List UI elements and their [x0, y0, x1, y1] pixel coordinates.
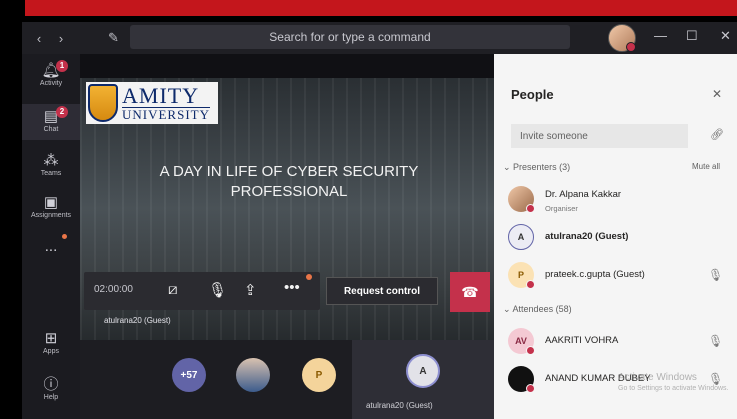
link-icon[interactable]: 🔗︎ [710, 128, 724, 141]
participant-role: Organiser [545, 204, 578, 213]
rail-label-help: Help [43, 394, 59, 401]
close-panel-button[interactable]: ✕ [712, 87, 722, 101]
teams-icon: ⁂ [43, 152, 59, 169]
app-rail: 🔔︎ 1 Activity ▤ 2 Chat ⁂ Teams ▣ Assignm… [22, 54, 80, 419]
active-speaker-tile[interactable]: A atulrana20 (Guest) [352, 340, 494, 419]
maximize-button[interactable]: ☐ [686, 28, 698, 44]
rail-item-assignments[interactable]: ▣ Assignments [22, 194, 80, 219]
help-icon: ⓘ [43, 376, 59, 393]
chat-badge: 2 [56, 106, 68, 118]
logo-text-small: UNIVERSITY [122, 106, 210, 122]
rail-item-apps[interactable]: ⊞ Apps [22, 330, 80, 355]
share-screen-icon[interactable]: ⇪ [244, 281, 257, 299]
profile-avatar[interactable] [608, 24, 636, 52]
rail-item-more[interactable]: ... [22, 234, 80, 256]
control-group: 02:00:00 ⧄ 🎙︎ ⇪ ••• [84, 272, 320, 310]
people-panel: People ✕ Invite someone 🔗︎ ⌄ Presenters … [494, 54, 737, 419]
new-chat-icon[interactable]: ✎ [108, 30, 119, 46]
rail-label-teams: Teams [40, 170, 62, 177]
rail-label-chat: Chat [43, 126, 59, 133]
logo-shield [88, 84, 118, 122]
phone-icon: ☎ [461, 283, 479, 300]
list-item[interactable]: AV AAKRITI VOHRA 🎙︎ [508, 328, 733, 358]
rail-item-chat[interactable]: ▤ 2 Chat [22, 104, 80, 140]
apps-icon: ⊞ [44, 330, 58, 347]
overflow-participants[interactable]: +57 [172, 358, 206, 392]
meeting-stage: AMITY UNIVERSITY A DAY IN LIFE OF CYBER … [80, 54, 494, 419]
slide-headline: A DAY IN LIFE OF CYBER SECURITY PROFESSI… [159, 163, 419, 200]
camera-off-icon[interactable]: ⧄ [168, 281, 178, 298]
rail-label-activity: Activity [39, 80, 63, 87]
more-options-icon[interactable]: ••• [284, 279, 300, 296]
close-window-button[interactable]: ✕ [720, 28, 731, 44]
avatar [508, 366, 535, 393]
avatar: P [508, 262, 535, 289]
university-logo: AMITY UNIVERSITY [86, 82, 218, 124]
participant-name: Dr. Alpana Kakkar [545, 189, 622, 200]
screenshot-frame: ‹ › ✎ Search for or type a command — ☐ ✕… [0, 0, 737, 419]
list-item[interactable]: A atulrana20 (Guest) [508, 224, 733, 254]
mute-all-button[interactable]: Mute all [692, 162, 720, 171]
panel-title: People [511, 87, 554, 102]
collapse-icon: ⌄ [503, 304, 513, 314]
minimize-button[interactable]: — [654, 28, 667, 43]
mic-off-icon[interactable]: 🎙︎ [708, 334, 723, 348]
call-controls: 02:00:00 ⧄ 🎙︎ ⇪ ••• Request control ☎ [80, 272, 490, 312]
participant-name: atulrana20 (Guest) [545, 231, 629, 242]
status-dot [526, 346, 535, 355]
logo-text-big: AMITY [122, 82, 200, 108]
more-options-dot [306, 274, 312, 280]
speaker-name: atulrana20 (Guest) [366, 401, 433, 410]
rail-item-teams[interactable]: ⁂ Teams [22, 152, 80, 177]
speaker-avatar: A [406, 354, 440, 388]
attendees-label: Attendees (58) [512, 304, 572, 314]
participant-gallery: +57 P A atulrana20 (Guest) [80, 340, 494, 419]
participant-name: AAKRITI VOHRA [545, 335, 619, 346]
request-control-button[interactable]: Request control [326, 277, 438, 305]
mic-off-icon[interactable]: 🎙︎ [708, 268, 723, 282]
assignments-icon: ▣ [43, 194, 59, 211]
list-item[interactable]: P prateek.c.gupta (Guest) 🎙︎ [508, 262, 733, 292]
more-icon: ... [44, 238, 58, 255]
hang-up-button[interactable]: ☎ [450, 272, 490, 312]
avatar: A [508, 224, 534, 250]
brand-strip [25, 0, 737, 16]
participant-name: prateek.c.gupta (Guest) [545, 269, 645, 280]
attendees-header[interactable]: ⌄ Attendees (58) [503, 304, 572, 315]
rail-label-apps: Apps [43, 348, 59, 355]
status-dot [526, 204, 535, 213]
watermark-line1: Activate Windows [618, 372, 697, 383]
call-timer: 02:00:00 [94, 284, 133, 295]
avatar: AV [508, 328, 535, 355]
collapse-icon: ⌄ [503, 162, 514, 172]
presenter-name: atulrana20 (Guest) [104, 316, 171, 325]
activity-badge: 1 [56, 60, 68, 72]
chat-icon: ▤ [43, 108, 59, 125]
rail-item-activity[interactable]: 🔔︎ 1 Activity [22, 60, 80, 87]
rail-label-assignments: Assignments [30, 212, 72, 219]
presenters-header[interactable]: ⌄ Presenters (3) [503, 162, 570, 173]
watermark-line2: Go to Settings to activate Windows. [618, 385, 729, 392]
bell-icon: 🔔︎ [41, 62, 61, 79]
forward-button[interactable]: › [50, 31, 72, 46]
windows-watermark: Activate Windows Go to Settings to activ… [618, 372, 729, 394]
participant-photo[interactable] [236, 358, 270, 392]
microphone-icon[interactable]: 🎙︎ [208, 281, 227, 299]
avatar [508, 186, 535, 213]
search-input[interactable]: Search for or type a command [130, 25, 570, 49]
more-dot [62, 234, 67, 239]
invite-input[interactable]: Invite someone [511, 124, 688, 148]
status-dot [626, 42, 636, 52]
title-bar: ‹ › ✎ Search for or type a command — ☐ ✕ [22, 22, 737, 54]
rail-item-help[interactable]: ⓘ Help [22, 376, 80, 401]
status-dot [526, 384, 535, 393]
back-button[interactable]: ‹ [28, 31, 50, 46]
status-dot [526, 280, 535, 289]
presenters-label: Presenters (3) [513, 162, 571, 172]
participant-p[interactable]: P [302, 358, 336, 392]
list-item[interactable]: Dr. Alpana Kakkar Organiser [508, 186, 733, 216]
